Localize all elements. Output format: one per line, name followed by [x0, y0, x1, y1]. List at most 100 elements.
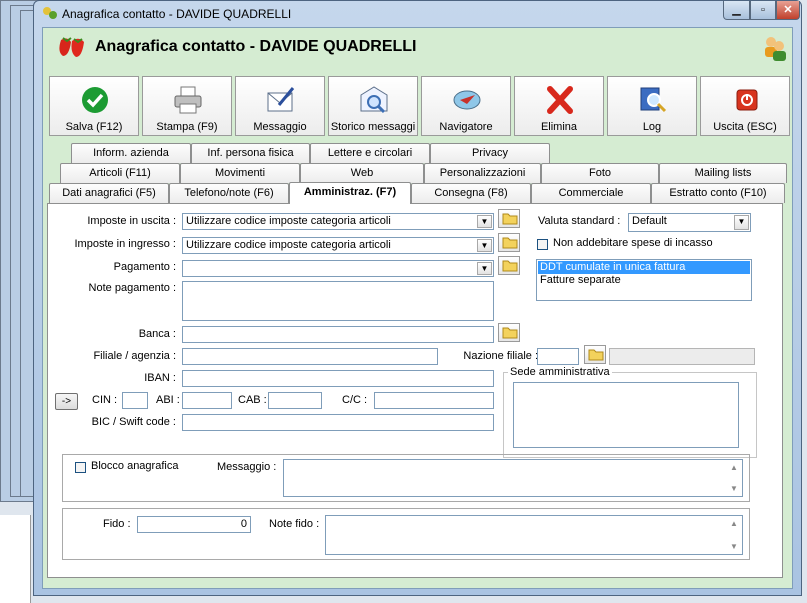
navigator-button[interactable]: Navigatore — [421, 76, 511, 136]
fido-group: Fido : 0 Note fido : ▲ ▼ — [62, 508, 750, 560]
tab-privacy[interactable]: Privacy — [430, 143, 550, 163]
strawberry-icon — [55, 34, 89, 63]
message-button[interactable]: Messaggio — [235, 76, 325, 136]
folder-button[interactable] — [498, 209, 520, 228]
print-button[interactable]: Stampa (F9) — [142, 76, 232, 136]
desktop-strip — [0, 515, 31, 603]
abi-field[interactable] — [182, 392, 232, 409]
users-icon — [763, 34, 787, 65]
delete-button[interactable]: Elimina — [514, 76, 604, 136]
imposte-uscita-select[interactable]: Utilizzare codice imposte categoria arti… — [182, 213, 494, 230]
tab-mailing-lists[interactable]: Mailing lists — [659, 163, 787, 183]
folder-icon — [588, 349, 604, 361]
scroll-arrows[interactable]: ▼ — [727, 539, 741, 554]
folder-button[interactable] — [498, 256, 520, 275]
scroll-arrows[interactable]: ▲ — [727, 460, 741, 475]
folder-button[interactable] — [498, 323, 520, 342]
compose-iban-button[interactable]: -> — [55, 393, 78, 410]
message-history-label: Storico messaggi — [330, 121, 416, 133]
folder-button[interactable] — [498, 233, 520, 252]
blocco-anagrafica-checkbox[interactable] — [75, 462, 86, 473]
nazione-description-field — [609, 348, 755, 365]
amministrazione-panel: Imposte in uscita : Utilizzare codice im… — [47, 203, 783, 578]
close-button[interactable]: ✕ — [776, 1, 800, 20]
minimize-button[interactable]: ▁ — [723, 1, 750, 20]
message-label: Messaggio — [253, 121, 307, 133]
main-window: Anagrafica contatto - DAVIDE QUADRELLI ▁… — [33, 0, 802, 596]
maximize-button[interactable]: ▫ — [750, 1, 776, 20]
list-item-selected[interactable]: DDT cumulate in unica fattura — [538, 261, 750, 274]
valuta-value: Default — [632, 215, 667, 227]
sede-amministrativa-title: Sede amministrativa — [508, 366, 612, 378]
tab-amministrazione[interactable]: Amministraz. (F7) — [289, 182, 411, 204]
note-pagamento-textarea[interactable] — [182, 281, 494, 321]
tab-consegna[interactable]: Consegna (F8) — [411, 183, 531, 203]
tab-personalizzazioni[interactable]: Personalizzazioni — [424, 163, 541, 183]
note-fido-textarea[interactable]: ▲ ▼ — [325, 515, 743, 555]
sede-amministrativa-textarea[interactable] — [513, 382, 739, 448]
valuta-select[interactable]: Default ▼ — [628, 213, 751, 232]
scroll-arrows[interactable]: ▲ — [727, 516, 741, 531]
abi-label: ABI : — [156, 394, 180, 406]
tab-commerciale[interactable]: Commerciale — [531, 183, 651, 203]
tab-inf-persona-fisica[interactable]: Inf. persona fisica — [191, 143, 310, 163]
fatturazione-listbox[interactable]: DDT cumulate in unica fattura Fatture se… — [536, 259, 752, 301]
blocco-group: Blocco anagrafica Messaggio : ▲ ▼ — [62, 454, 750, 502]
message-icon — [267, 87, 295, 112]
tab-inform-azienda[interactable]: Inform. azienda — [71, 143, 191, 163]
delete-label: Elimina — [540, 121, 578, 133]
log-label: Log — [642, 121, 662, 133]
cin-field[interactable] — [122, 392, 148, 409]
tab-dati-anagrafici[interactable]: Dati anagrafici (F5) — [49, 183, 169, 203]
printer-icon — [174, 86, 202, 114]
note-pagamento-label: Note pagamento : — [88, 282, 176, 294]
iban-field[interactable] — [182, 370, 494, 387]
delete-icon — [547, 86, 573, 114]
imposte-ingresso-select[interactable]: Utilizzare codice imposte categoria arti… — [182, 237, 494, 254]
chevron-down-icon: ▼ — [734, 215, 749, 230]
banca-field[interactable] — [182, 326, 494, 343]
nazione-filiale-field[interactable] — [537, 348, 579, 365]
tab-web[interactable]: Web — [300, 163, 424, 183]
filiale-field[interactable] — [182, 348, 438, 365]
exit-button[interactable]: Uscita (ESC) — [700, 76, 790, 136]
filiale-label: Filiale / agenzia : — [93, 350, 176, 362]
tab-foto[interactable]: Foto — [541, 163, 659, 183]
client-area: Anagrafica contatto - DAVIDE QUADRELLI S… — [42, 27, 793, 589]
fido-label: Fido : — [103, 518, 131, 530]
tab-movimenti[interactable]: Movimenti — [180, 163, 300, 183]
folder-button[interactable] — [584, 345, 606, 364]
tab-articoli[interactable]: Articoli (F11) — [60, 163, 180, 183]
title-bar[interactable]: Anagrafica contatto - DAVIDE QUADRELLI ▁… — [34, 1, 801, 27]
bic-label: BIC / Swift code : — [91, 416, 176, 428]
list-item[interactable]: Fatture separate — [538, 274, 750, 287]
imposte-ingresso-label: Imposte in ingresso : — [74, 238, 177, 250]
note-fido-label: Note fido : — [269, 518, 320, 530]
pagamento-select[interactable]: ▼ — [182, 260, 494, 277]
cin-label: CIN : — [92, 394, 118, 406]
tab-lettere-circolari[interactable]: Lettere e circolari — [310, 143, 430, 163]
save-button[interactable]: Salva (F12) — [49, 76, 139, 136]
cab-field[interactable] — [268, 392, 322, 409]
blocco-anagrafica-label: Blocco anagrafica — [91, 460, 179, 472]
imposte-uscita-label: Imposte in uscita : — [87, 215, 176, 227]
log-button[interactable]: Log — [607, 76, 697, 136]
imposte-uscita-value: Utilizzare codice imposte categoria arti… — [186, 215, 391, 227]
window-title: Anagrafica contatto - DAVIDE QUADRELLI — [62, 7, 292, 21]
toolbar: Salva (F12) Stampa (F9) Messaggio Storic… — [49, 76, 790, 138]
exit-icon — [736, 89, 758, 111]
bic-field[interactable] — [182, 414, 494, 431]
check-icon — [82, 87, 108, 113]
scroll-arrows[interactable]: ▼ — [727, 481, 741, 496]
tab-estratto-conto[interactable]: Estratto conto (F10) — [651, 183, 785, 203]
messaggio-textarea[interactable]: ▲ ▼ — [283, 459, 743, 497]
tab-telefono-note[interactable]: Telefono/note (F6) — [169, 183, 289, 203]
fido-value: 0 — [240, 518, 247, 530]
cab-label: CAB : — [238, 394, 267, 406]
message-history-button[interactable]: Storico messaggi — [328, 76, 418, 136]
iban-label: IBAN : — [144, 372, 176, 384]
cc-field[interactable] — [374, 392, 494, 409]
non-addebitare-checkbox[interactable] — [537, 239, 548, 250]
fido-field[interactable]: 0 — [137, 516, 251, 533]
header: Anagrafica contatto - DAVIDE QUADRELLI — [43, 28, 792, 66]
